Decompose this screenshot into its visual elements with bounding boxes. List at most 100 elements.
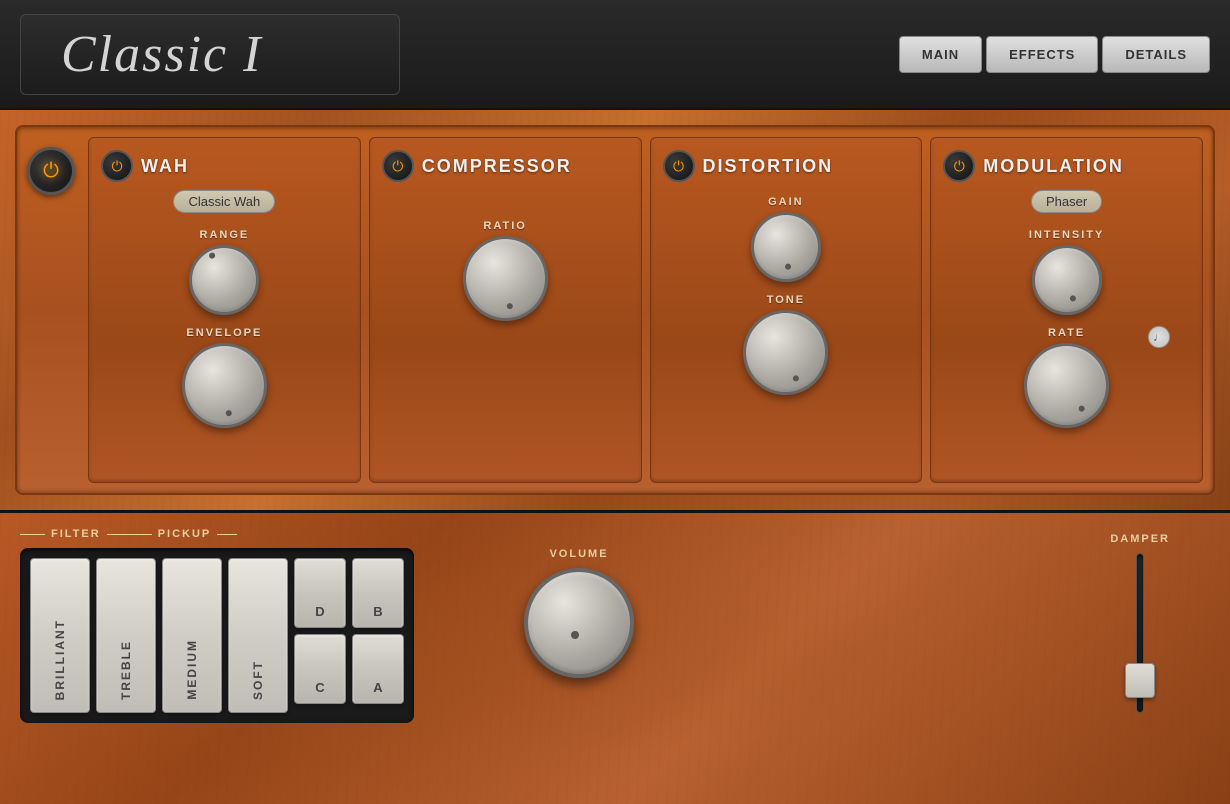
pickup-buttons-col-1: D C <box>294 558 346 713</box>
nav-buttons: MAIN EFFECTS DETAILS <box>899 36 1210 73</box>
modulation-preset-selector[interactable]: Phaser <box>1031 190 1102 213</box>
range-knob-container <box>189 245 259 315</box>
modulation-rate-section: RATE <box>1024 327 1109 428</box>
modulation-intensity-section: INTENSITY <box>1029 229 1104 315</box>
wah-power-button[interactable]: ⏻ <box>101 150 133 182</box>
filter-btn-medium-label: MEDIUM <box>185 639 199 700</box>
main-power-section: ⏻ <box>27 137 80 483</box>
distortion-title: DISTORTION <box>703 156 834 177</box>
filter-btn-treble[interactable]: TREBLE <box>96 558 156 713</box>
section-labels-row: FILTER PICKUP <box>20 528 414 540</box>
pickup-btn-b-label: B <box>373 604 382 619</box>
gain-knob-container <box>751 212 821 282</box>
envelope-knob[interactable] <box>182 343 267 428</box>
intensity-knob[interactable] <box>1032 245 1102 315</box>
distortion-module: ⏻ DISTORTION GAIN TONE <box>650 137 923 483</box>
tone-knob-container <box>743 310 828 395</box>
damper-handle[interactable] <box>1125 663 1155 698</box>
filter-pickup-section: FILTER PICKUP BRILLIANT TREBLE MEDIUM SO… <box>20 528 414 723</box>
compressor-power-button[interactable]: ⏻ <box>382 150 414 182</box>
rate-label: RATE <box>1048 327 1085 339</box>
pickup-line-right <box>217 534 237 535</box>
filter-btn-soft-label: SOFT <box>251 660 265 700</box>
damper-label: DAMPER <box>1110 533 1170 545</box>
pickup-btn-d[interactable]: D <box>294 558 346 628</box>
filter-btn-brilliant-label: BRILLIANT <box>53 619 67 700</box>
intensity-knob-container <box>1032 245 1102 315</box>
wah-envelope-section: ENVELOPE <box>182 327 267 428</box>
wah-header: ⏻ WAH <box>101 150 348 182</box>
bottom-panel: FILTER PICKUP BRILLIANT TREBLE MEDIUM SO… <box>0 510 1230 804</box>
distortion-header: ⏻ DISTORTION <box>663 150 910 182</box>
effects-panel: ⏻ ⏻ WAH Classic Wah RANGE <box>0 110 1230 510</box>
filter-btn-soft[interactable]: SOFT <box>228 558 288 713</box>
filter-btn-treble-label: TREBLE <box>119 640 133 700</box>
volume-knob[interactable] <box>524 568 634 678</box>
filter-label: FILTER <box>45 528 107 540</box>
compressor-power-icon: ⏻ <box>392 158 403 175</box>
pickup-btn-d-label: D <box>315 604 324 619</box>
compressor-header: ⏻ COMPRESSOR <box>382 150 629 182</box>
gain-label: GAIN <box>768 196 804 208</box>
filter-line-left <box>20 534 45 535</box>
tone-knob[interactable] <box>743 310 828 395</box>
title-box: Classic I <box>20 14 400 95</box>
buttons-grid: BRILLIANT TREBLE MEDIUM SOFT D C <box>20 548 414 723</box>
distortion-tone-section: TONE <box>743 294 828 395</box>
volume-label: VOLUME <box>549 548 608 560</box>
compressor-module: ⏻ COMPRESSOR RATIO <box>369 137 642 483</box>
modulation-power-icon: ⏻ <box>954 158 965 175</box>
compressor-title: COMPRESSOR <box>422 156 572 177</box>
modulation-rate-row: ♩ RATE <box>943 321 1190 434</box>
effects-container: ⏻ ⏻ WAH Classic Wah RANGE <box>15 125 1215 495</box>
pickup-btn-c-label: C <box>315 680 324 695</box>
details-button[interactable]: DETAILS <box>1102 36 1210 73</box>
ratio-knob-container <box>463 236 548 321</box>
wah-preset-selector[interactable]: Classic Wah <box>173 190 275 213</box>
filter-btn-brilliant[interactable]: BRILLIANT <box>30 558 90 713</box>
header: Classic I MAIN EFFECTS DETAILS <box>0 0 1230 110</box>
effects-button[interactable]: EFFECTS <box>986 36 1098 73</box>
app-title: Classic I <box>61 26 262 83</box>
pickup-btn-c[interactable]: C <box>294 634 346 704</box>
pickup-label: PICKUP <box>152 528 218 540</box>
pickup-btn-b[interactable]: B <box>352 558 404 628</box>
wah-power-icon: ⏻ <box>111 158 122 175</box>
ratio-label: RATIO <box>483 220 526 232</box>
wah-range-section: RANGE <box>189 229 259 315</box>
sync-note-icon[interactable]: ♩ <box>1148 326 1170 348</box>
tone-label: TONE <box>767 294 805 306</box>
filter-btn-medium[interactable]: MEDIUM <box>162 558 222 713</box>
distortion-gain-section: GAIN <box>751 196 821 282</box>
range-label: RANGE <box>200 229 250 241</box>
distortion-power-icon: ⏻ <box>673 158 684 175</box>
main-power-icon: ⏻ <box>43 160 59 183</box>
pickup-buttons-col-2: B A <box>352 558 404 713</box>
gain-knob[interactable] <box>751 212 821 282</box>
modulation-title: MODULATION <box>983 156 1124 177</box>
rate-knob[interactable] <box>1024 343 1109 428</box>
filter-line-right <box>107 534 132 535</box>
volume-knob-dot <box>571 631 579 639</box>
distortion-power-button[interactable]: ⏻ <box>663 150 695 182</box>
compressor-ratio-section: RATIO <box>463 220 548 321</box>
envelope-knob-container <box>182 343 267 428</box>
rate-knob-container <box>1024 343 1109 428</box>
wah-module: ⏻ WAH Classic Wah RANGE ENVELOPE <box>88 137 361 483</box>
damper-section: DAMPER <box>1110 533 1170 713</box>
envelope-label: ENVELOPE <box>186 327 262 339</box>
intensity-label: INTENSITY <box>1029 229 1104 241</box>
volume-section: VOLUME <box>524 548 634 678</box>
main-power-button[interactable]: ⏻ <box>27 147 75 195</box>
wah-title: WAH <box>141 156 189 177</box>
damper-slider-container <box>1125 553 1155 713</box>
pickup-line-left <box>132 534 152 535</box>
range-knob[interactable] <box>189 245 259 315</box>
pickup-btn-a[interactable]: A <box>352 634 404 704</box>
main-button[interactable]: MAIN <box>899 36 982 73</box>
pickup-btn-a-label: A <box>373 680 382 695</box>
modulation-power-button[interactable]: ⏻ <box>943 150 975 182</box>
ratio-knob[interactable] <box>463 236 548 321</box>
modulation-module: ⏻ MODULATION Phaser INTENSITY ♩ <box>930 137 1203 483</box>
modulation-header: ⏻ MODULATION <box>943 150 1190 182</box>
